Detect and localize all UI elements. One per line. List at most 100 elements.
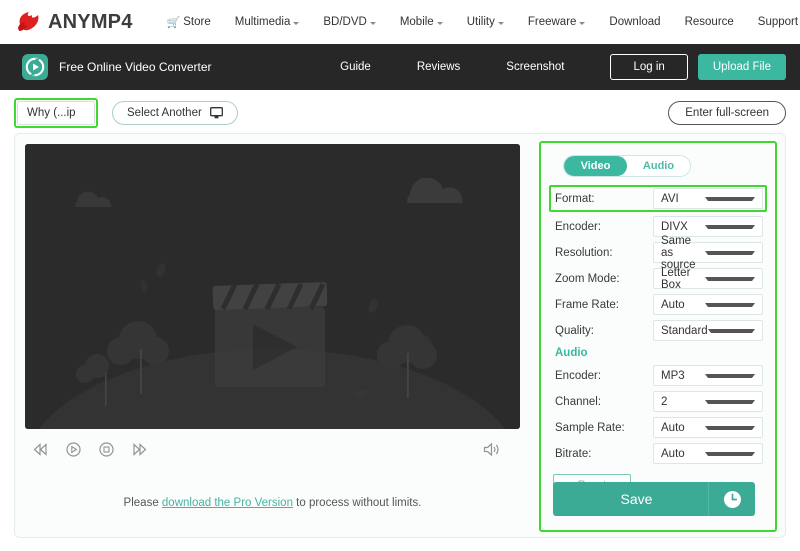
brand-name: ANYMP4	[48, 11, 133, 34]
select-another-label: Select Another	[127, 107, 202, 119]
nav-item-store-label: Store	[183, 16, 211, 28]
audio-encoder-select[interactable]: MP3	[653, 365, 763, 386]
video-player: Please download the Pro Version to proce…	[25, 144, 520, 527]
enter-fullscreen-button[interactable]: Enter full-screen	[668, 101, 786, 125]
chevron-down-icon	[708, 329, 755, 333]
sample-rate-select[interactable]: Auto	[653, 417, 763, 438]
format-value: AVI	[661, 193, 705, 205]
play-circle-icon	[66, 442, 81, 457]
brand-logo[interactable]: ANYMP4	[16, 10, 133, 34]
chevron-down-icon	[705, 225, 755, 229]
play-button[interactable]	[66, 442, 81, 457]
fast-forward-icon	[132, 443, 147, 456]
format-select[interactable]: AVI	[653, 188, 763, 209]
zoom-mode-value: Letter Box	[661, 267, 705, 291]
upload-file-button[interactable]: Upload File	[698, 54, 786, 80]
rewind-button[interactable]	[33, 443, 48, 456]
sample-rate-value: Auto	[661, 422, 705, 434]
promo-suffix: to process without limits.	[293, 497, 421, 509]
file-toolbar: Why (...ip Select Another Enter full-scr…	[14, 90, 786, 128]
chevron-down-icon	[705, 197, 755, 201]
nav-item-bd-dvd-label: BD/DVD	[323, 16, 366, 28]
video-preview-stage[interactable]	[25, 144, 520, 429]
audio-encoder-label: Encoder:	[553, 370, 653, 382]
resolution-select[interactable]: Same as source	[653, 242, 763, 263]
main-card: Please download the Pro Version to proce…	[14, 133, 786, 538]
nav-item-download[interactable]: Download	[597, 16, 672, 28]
setting-row-frame-rate: Frame Rate: Auto	[553, 293, 763, 316]
nav-item-freeware-label: Freeware	[528, 16, 577, 28]
appbar-link-reviews[interactable]: Reviews	[417, 61, 460, 73]
top-nav-items: 🛒 Store Multimedia BD/DVD Mobile Utility…	[155, 16, 800, 29]
bitrate-select[interactable]: Auto	[653, 443, 763, 464]
video-converter-icon	[22, 54, 48, 80]
settings-panel: Video Audio Format: AVI Encoder: DIVX Re…	[539, 141, 777, 532]
quality-select[interactable]: Standard	[653, 320, 763, 341]
nav-item-freeware[interactable]: Freeware	[516, 16, 598, 28]
chevron-down-icon	[293, 22, 299, 25]
pro-version-link[interactable]: download the Pro Version	[162, 497, 293, 509]
chevron-down-icon	[705, 374, 755, 378]
nav-item-support[interactable]: Support	[746, 16, 800, 28]
bitrate-value: Auto	[661, 448, 705, 460]
top-navigation-bar: ANYMP4 🛒 Store Multimedia BD/DVD Mobile …	[0, 0, 800, 44]
tab-video[interactable]: Video	[564, 156, 627, 176]
channel-select[interactable]: 2	[653, 391, 763, 412]
nav-item-bd-dvd[interactable]: BD/DVD	[311, 16, 387, 28]
flame-logo-icon	[16, 10, 42, 34]
chevron-down-icon	[705, 426, 755, 430]
pro-version-promo: Please download the Pro Version to proce…	[25, 497, 520, 509]
volume-button[interactable]	[483, 442, 500, 457]
promo-prefix: Please	[124, 497, 162, 509]
monitor-icon	[210, 107, 223, 119]
format-label: Format:	[553, 193, 653, 205]
appbar-login-button[interactable]: Log in	[610, 54, 687, 80]
player-controls	[25, 429, 520, 469]
frame-rate-value: Auto	[661, 299, 705, 311]
nav-item-multimedia[interactable]: Multimedia	[223, 16, 312, 28]
select-another-button[interactable]: Select Another	[112, 101, 238, 125]
chevron-down-icon	[705, 303, 755, 307]
audio-section-header: Audio	[555, 347, 763, 359]
video-encoder-label: Encoder:	[553, 221, 653, 233]
quality-label: Quality:	[553, 325, 653, 337]
chevron-down-icon	[705, 251, 755, 255]
chevron-down-icon	[498, 22, 504, 25]
nav-item-mobile[interactable]: Mobile	[388, 16, 455, 28]
stop-circle-icon	[99, 442, 114, 457]
nav-item-store[interactable]: 🛒 Store	[155, 16, 223, 29]
rewind-icon	[33, 443, 48, 456]
nav-item-support-label: Support	[758, 16, 798, 28]
file-tab-highlight: Why (...ip	[14, 98, 98, 128]
chevron-down-icon	[437, 22, 443, 25]
sample-rate-label: Sample Rate:	[553, 422, 653, 434]
appbar-link-guide[interactable]: Guide	[340, 61, 371, 73]
resolution-label: Resolution:	[553, 247, 653, 259]
nav-item-utility[interactable]: Utility	[455, 16, 516, 28]
chevron-down-icon	[705, 277, 755, 281]
forward-button[interactable]	[132, 443, 147, 456]
file-tab[interactable]: Why (...ip	[17, 101, 95, 125]
zoom-mode-select[interactable]: Letter Box	[653, 268, 763, 289]
cart-icon: 🛒	[167, 16, 181, 29]
frame-rate-label: Frame Rate:	[553, 299, 653, 311]
channel-label: Channel:	[553, 396, 653, 408]
stop-button[interactable]	[99, 442, 114, 457]
zoom-mode-label: Zoom Mode:	[553, 273, 653, 285]
appbar-link-screenshot[interactable]: Screenshot	[506, 61, 564, 73]
frame-rate-select[interactable]: Auto	[653, 294, 763, 315]
quality-value: Standard	[661, 325, 708, 337]
volume-icon	[483, 442, 500, 457]
setting-row-zoom-mode: Zoom Mode: Letter Box	[553, 267, 763, 290]
chevron-down-icon	[579, 22, 585, 25]
setting-row-video-encoder: Encoder: DIVX	[553, 215, 763, 238]
clapperboard-play-icon	[25, 144, 520, 429]
nav-item-resource[interactable]: Resource	[673, 16, 746, 28]
app-title: Free Online Video Converter	[59, 60, 212, 74]
clock-history-icon[interactable]	[709, 490, 755, 509]
content-area: Why (...ip Select Another Enter full-scr…	[0, 90, 800, 551]
tab-audio[interactable]: Audio	[627, 156, 690, 176]
setting-row-bitrate: Bitrate: Auto	[553, 442, 763, 465]
bitrate-label: Bitrate:	[553, 448, 653, 460]
save-button[interactable]: Save	[553, 482, 755, 516]
